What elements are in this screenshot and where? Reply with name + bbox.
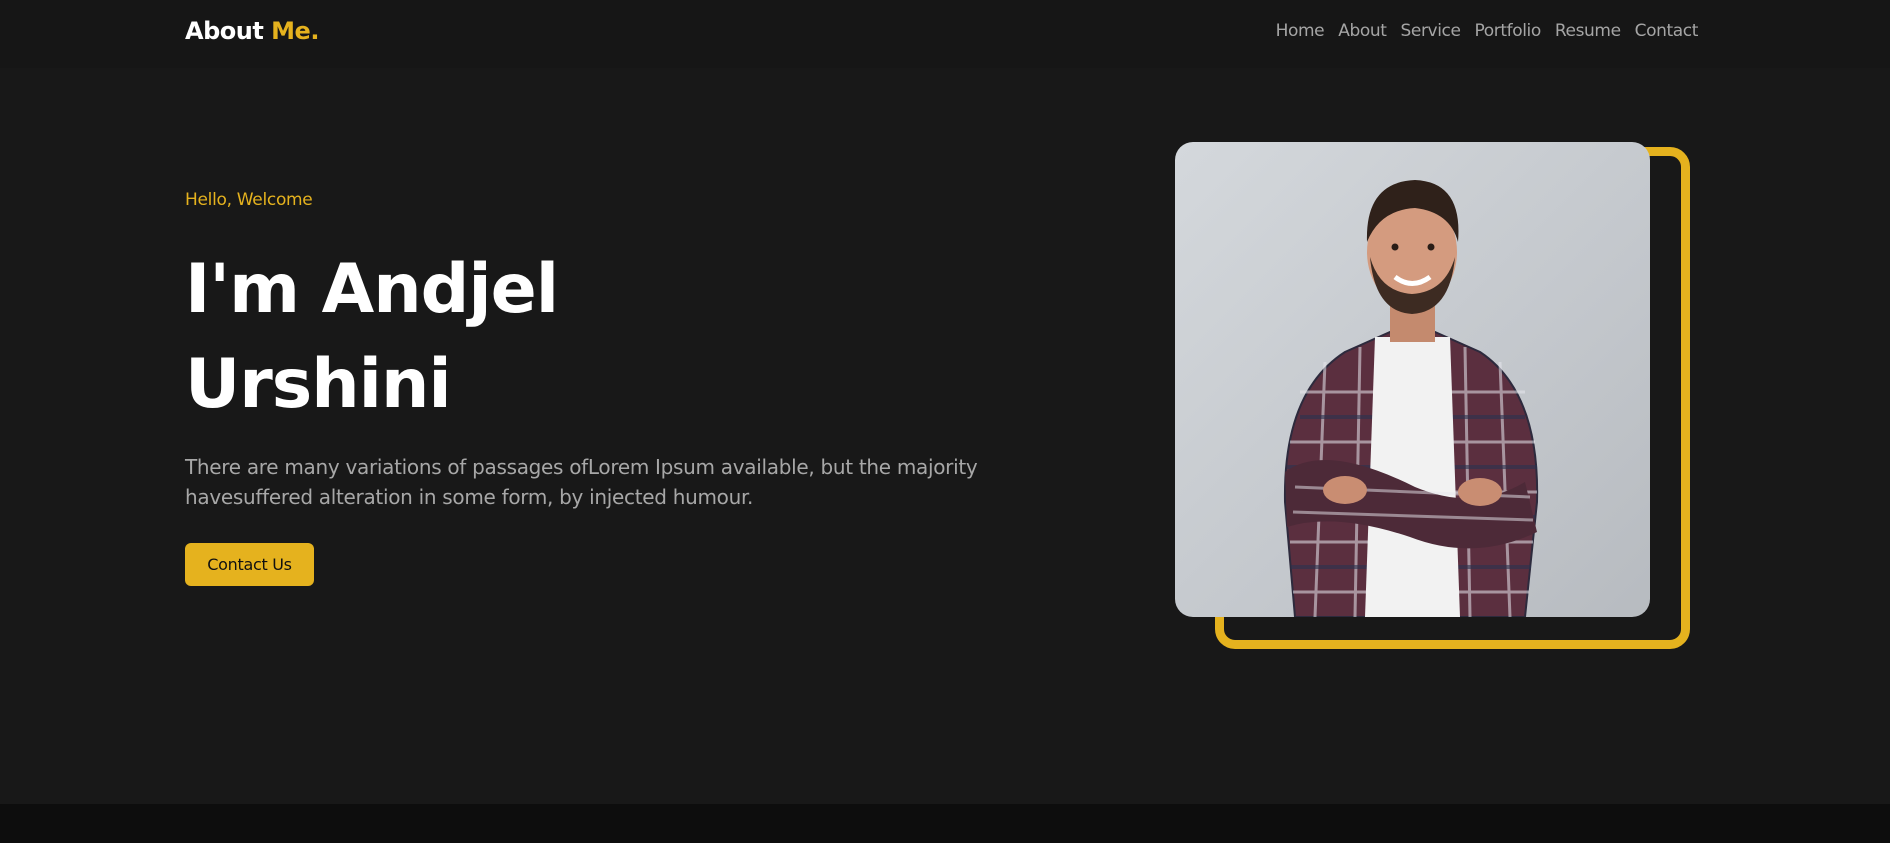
hero-description: There are many variations of passages of… [185, 452, 1015, 512]
hero-description-line-1: There are many variations of passages of… [185, 455, 978, 479]
site-navbar: About Me. Home About Service Portfolio R… [0, 0, 1890, 68]
nav-item-service[interactable]: Service [1401, 21, 1461, 41]
nav-item-home[interactable]: Home [1276, 21, 1325, 41]
nav-item-about[interactable]: About [1338, 21, 1387, 41]
logo-text: About [185, 17, 264, 45]
hero-eyebrow: Hello, Welcome [185, 190, 313, 210]
hero-title-line-1: I'm Andjel [185, 250, 559, 329]
logo-accent-text: Me. [271, 17, 319, 45]
hero-description-line-2: havesuffered alteration in some form, by… [185, 485, 754, 509]
contact-us-button[interactable]: Contact Us [185, 543, 314, 586]
hero-title-line-2: Urshini [185, 345, 452, 424]
site-logo[interactable]: About Me. [185, 17, 319, 45]
person-portrait-icon [1283, 180, 1539, 617]
nav-menu: Home About Service Portfolio Resume Cont… [1276, 21, 1699, 41]
hero-section: Hello, Welcome I'm Andjel Urshini There … [0, 68, 1890, 804]
hero-title: I'm Andjel Urshini [185, 242, 885, 432]
nav-item-portfolio[interactable]: Portfolio [1475, 21, 1542, 41]
nav-item-resume[interactable]: Resume [1555, 21, 1621, 41]
profile-photo [1175, 142, 1650, 617]
nav-item-contact[interactable]: Contact [1635, 21, 1699, 41]
footer-strip [0, 804, 1890, 843]
